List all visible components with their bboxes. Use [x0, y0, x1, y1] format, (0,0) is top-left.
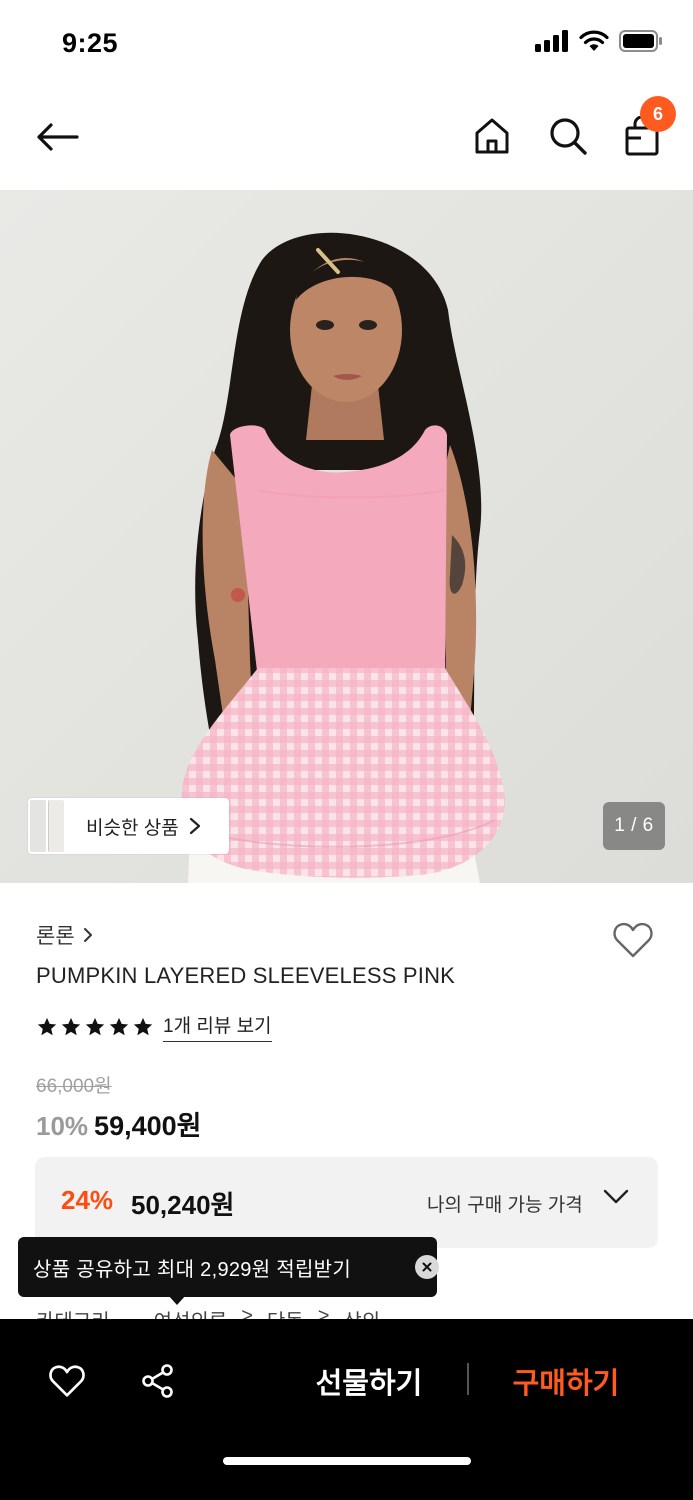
- brand-link[interactable]: 론론: [36, 920, 93, 950]
- home-icon: [475, 118, 509, 154]
- product-photo: [0, 190, 693, 883]
- star-icon: [133, 1017, 153, 1035]
- rating-row: 1개 리뷰 보기: [36, 1011, 272, 1042]
- brand-name: 론론: [36, 925, 75, 948]
- buy-button[interactable]: 구매하기: [500, 1359, 632, 1403]
- close-icon: [422, 1262, 432, 1272]
- share-tooltip-text: 상품 공유하고 최대 2,929원 적립받기: [33, 1258, 352, 1281]
- similar-products-button[interactable]: 비슷한 상품: [28, 798, 229, 854]
- sale-price: 59,400원: [94, 1111, 202, 1141]
- gift-button[interactable]: 선물하기: [300, 1359, 438, 1403]
- my-price: 50,240원: [131, 1190, 235, 1220]
- heart-outline-icon: [613, 922, 653, 958]
- home-indicator: [223, 1457, 471, 1465]
- similar-products-label: 비슷한 상품: [86, 817, 179, 839]
- product-image[interactable]: 비슷한 상품 1 / 6: [0, 190, 693, 883]
- price-row: 10% 59,400원: [36, 1104, 201, 1143]
- bottom-wishlist-button[interactable]: [45, 1359, 89, 1403]
- status-bar: 9:25: [0, 0, 693, 90]
- chevron-right-icon: [189, 817, 200, 835]
- image-page-counter: 1 / 6: [603, 802, 665, 850]
- home-button[interactable]: [468, 112, 516, 160]
- tooltip-arrow: [168, 1295, 186, 1305]
- rating-stars: [36, 1016, 154, 1038]
- chevron-down-icon: [603, 1189, 629, 1204]
- star-icon: [85, 1017, 105, 1035]
- share-icon: [142, 1364, 173, 1398]
- bottom-action-bar: 선물하기 구매하기: [0, 1319, 693, 1500]
- bottom-divider: [467, 1363, 469, 1395]
- cart-count-badge: 6: [640, 96, 676, 132]
- star-icon: [61, 1017, 81, 1035]
- original-price: 66,000원: [36, 1076, 112, 1097]
- star-icon: [109, 1017, 129, 1035]
- my-discount-rate: 24%: [61, 1185, 114, 1215]
- wifi-icon: [579, 30, 609, 51]
- heart-outline-icon: [49, 1365, 85, 1397]
- share-reward-tooltip: 상품 공유하고 최대 2,929원 적립받기: [18, 1237, 439, 1305]
- top-header: 6: [0, 90, 693, 190]
- wishlist-button[interactable]: [610, 918, 656, 962]
- discount-rate: 10%: [36, 1111, 89, 1141]
- back-button[interactable]: [32, 114, 82, 160]
- share-button[interactable]: [136, 1359, 180, 1403]
- my-price-label: 나의 구매 가능 가격: [427, 1195, 583, 1216]
- tooltip-close-button[interactable]: [415, 1255, 439, 1279]
- battery-icon: [619, 30, 662, 52]
- product-title: PUMPKIN LAYERED SLEEVELESS PINK: [36, 963, 456, 988]
- review-link[interactable]: 1개 리뷰 보기: [163, 1011, 272, 1042]
- status-icons: [535, 30, 663, 52]
- search-icon: [550, 118, 587, 155]
- status-time: 9:25: [62, 28, 119, 58]
- similar-thumbnails: [28, 798, 66, 854]
- cellular-signal-icon: [535, 30, 568, 52]
- my-price-toggle[interactable]: 24% 50,240원 나의 구매 가능 가격: [35, 1157, 658, 1248]
- star-icon: [37, 1017, 57, 1035]
- chevron-right-icon: [83, 928, 92, 942]
- arrow-left-icon: [37, 123, 79, 151]
- search-button[interactable]: [544, 112, 592, 160]
